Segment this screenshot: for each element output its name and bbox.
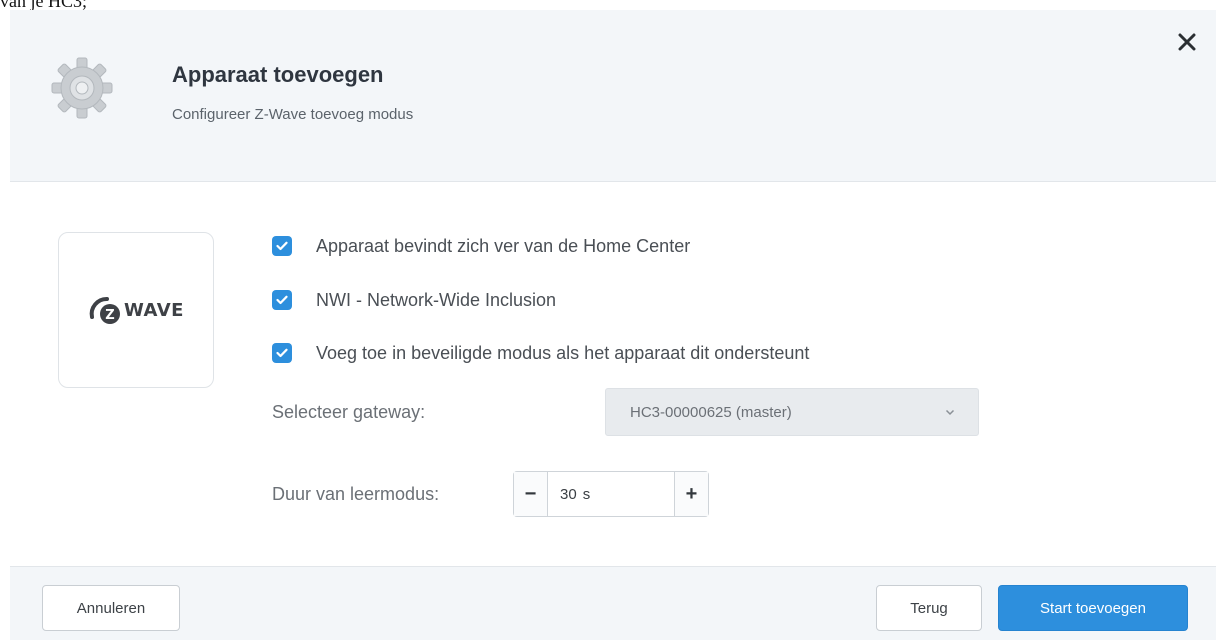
zwave-mark-icon: Z — [89, 296, 120, 324]
dialog-title: Apparaat toevoegen — [172, 62, 384, 87]
add-device-dialog: Apparaat toevoegen Configureer Z-Wave to… — [10, 10, 1216, 640]
gateway-selected-value: HC3-00000625 (master) — [630, 403, 792, 421]
learn-mode-value[interactable]: 30 s — [548, 472, 590, 516]
learn-mode-number: 30 — [560, 485, 577, 503]
check-icon — [276, 295, 288, 305]
learn-mode-stepper: − 30 s + — [513, 471, 709, 517]
dialog-header: Apparaat toevoegen Configureer Z-Wave to… — [10, 10, 1216, 182]
increment-button[interactable]: + — [674, 472, 708, 516]
gateway-select[interactable]: HC3-00000625 (master) — [605, 388, 979, 436]
cancel-button[interactable]: Annuleren — [42, 585, 180, 631]
zwave-logo-text: WAVE — [124, 299, 184, 321]
checkbox-secure-mode[interactable] — [272, 343, 292, 363]
dialog-footer: Annuleren Terug Start toevoegen — [10, 566, 1216, 640]
decrement-button[interactable]: − — [514, 472, 548, 516]
option-label: NWI - Network-Wide Inclusion — [316, 289, 557, 310]
learn-mode-unit: s — [582, 485, 591, 503]
gear-icon — [50, 56, 114, 120]
start-adding-button[interactable]: Start toevoegen — [998, 585, 1188, 631]
option-label: Apparaat bevindt zich ver van de Home Ce… — [316, 235, 691, 256]
option-secure-mode[interactable]: Voeg toe in beveiligde modus als het app… — [272, 339, 809, 367]
learn-mode-label: Duur van leermodus: — [272, 484, 440, 504]
option-label: Voeg toe in beveiligde modus als het app… — [316, 342, 810, 363]
close-icon[interactable] — [1173, 28, 1201, 56]
dialog-subtitle: Configureer Z-Wave toevoeg modus — [172, 106, 414, 123]
option-far-from-hc[interactable]: Apparaat bevindt zich ver van de Home Ce… — [272, 232, 690, 260]
zwave-logo: Z WAVE — [58, 232, 214, 388]
back-button[interactable]: Terug — [876, 585, 982, 631]
gateway-label: Selecteer gateway: — [272, 402, 426, 422]
chevron-down-icon — [945, 409, 955, 416]
check-icon — [276, 348, 288, 358]
checkbox-nwi[interactable] — [272, 290, 292, 310]
checkbox-far-from-hc[interactable] — [272, 236, 292, 256]
check-icon — [276, 241, 288, 251]
option-nwi[interactable]: NWI - Network-Wide Inclusion — [272, 286, 556, 314]
zwave-letter: Z — [105, 308, 114, 323]
